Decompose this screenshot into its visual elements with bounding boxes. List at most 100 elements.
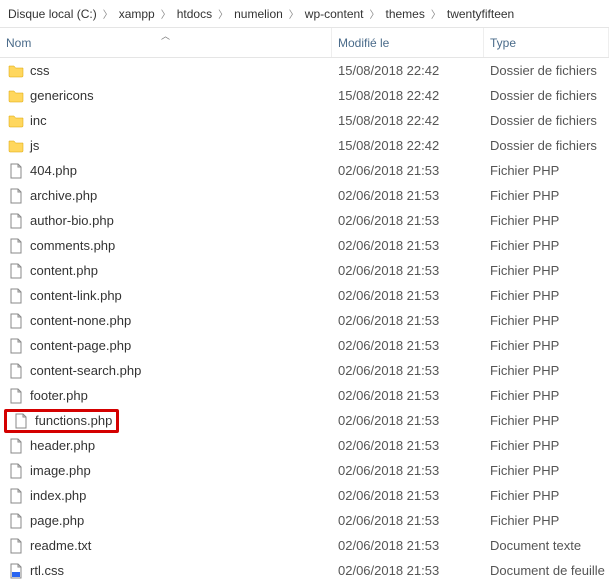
file-row[interactable]: footer.php02/06/2018 21:53Fichier PHP (0, 383, 609, 408)
cell-type: Fichier PHP (484, 263, 609, 278)
cell-modified: 02/06/2018 21:53 (332, 538, 484, 553)
header-name[interactable]: Nom ︿ (0, 28, 332, 57)
file-name: archive.php (30, 188, 97, 203)
breadcrumb-segment[interactable]: twentyfifteen (443, 7, 518, 21)
cell-modified: 02/06/2018 21:53 (332, 563, 484, 578)
file-row[interactable]: header.php02/06/2018 21:53Fichier PHP (0, 433, 609, 458)
column-headers: Nom ︿ Modifié le Type (0, 28, 609, 58)
cell-name: content.php (0, 263, 332, 279)
file-name: 404.php (30, 163, 77, 178)
cell-modified: 02/06/2018 21:53 (332, 338, 484, 353)
cell-modified: 15/08/2018 22:42 (332, 113, 484, 128)
cell-modified: 02/06/2018 21:53 (332, 313, 484, 328)
cell-modified: 15/08/2018 22:42 (332, 63, 484, 78)
file-row[interactable]: js 15/08/2018 22:42Dossier de fichiers (0, 133, 609, 158)
cell-modified: 02/06/2018 21:53 (332, 213, 484, 228)
breadcrumb-segment[interactable]: Disque local (C:) (4, 7, 101, 21)
folder-icon (8, 138, 24, 154)
cell-type: Fichier PHP (484, 313, 609, 328)
file-row[interactable]: inc 15/08/2018 22:42Dossier de fichiers (0, 108, 609, 133)
file-name: content-none.php (30, 313, 131, 328)
sort-ascending-icon: ︿ (161, 29, 170, 42)
cell-modified: 02/06/2018 21:53 (332, 363, 484, 378)
file-row[interactable]: content-page.php 02/06/2018 21:53Fichier … (0, 333, 609, 358)
folder-icon (8, 88, 24, 104)
file-row[interactable]: author-bio.php02/06/2018 21:53Fichier PH… (0, 208, 609, 233)
cell-name: rtl.css (0, 563, 332, 579)
cell-name: archive.php (0, 188, 332, 204)
breadcrumb-segment[interactable]: htdocs (173, 7, 216, 21)
cell-name: author-bio.php (0, 213, 332, 229)
file-row[interactable]: css15/08/2018 22:42Dossier de fichiers (0, 58, 609, 83)
header-modified[interactable]: Modifié le (332, 28, 484, 57)
cell-type: Fichier PHP (484, 238, 609, 253)
breadcrumb-segment[interactable]: themes (382, 7, 429, 21)
file-name: index.php (30, 488, 86, 503)
file-row[interactable]: readme.txt02/06/2018 21:53Document texte (0, 533, 609, 558)
file-row[interactable]: page.php02/06/2018 21:53Fichier PHP (0, 508, 609, 533)
file-row[interactable]: content.php02/06/2018 21:53Fichier PHP (0, 258, 609, 283)
php-file-icon (8, 163, 24, 179)
cell-type: Fichier PHP (484, 288, 609, 303)
cell-name: inc (0, 113, 332, 129)
chevron-right-icon: 〉 (289, 6, 299, 21)
php-file-icon (8, 338, 24, 354)
file-name: rtl.css (30, 563, 64, 578)
file-row[interactable]: content-link.php02/06/2018 21:53Fichier … (0, 283, 609, 308)
php-file-icon (13, 413, 29, 429)
breadcrumb-segment[interactable]: xampp (115, 7, 159, 21)
cell-type: Fichier PHP (484, 163, 609, 178)
chevron-right-icon: 〉 (161, 6, 171, 21)
cell-name: footer.php (0, 388, 332, 404)
cell-name: readme.txt (0, 538, 332, 554)
php-file-icon (8, 188, 24, 204)
file-row[interactable]: index.php02/06/2018 21:53Fichier PHP (0, 483, 609, 508)
file-name: content-page.php (30, 338, 131, 353)
cell-name: genericons (0, 88, 332, 104)
cell-type: Fichier PHP (484, 513, 609, 528)
chevron-right-icon: 〉 (431, 6, 441, 21)
cell-name: page.php (0, 513, 332, 529)
breadcrumb-segment[interactable]: wp-content (301, 7, 368, 21)
cell-type: Fichier PHP (484, 363, 609, 378)
chevron-right-icon: 〉 (103, 6, 113, 21)
css-file-icon (8, 563, 24, 579)
chevron-right-icon: 〉 (218, 6, 228, 21)
cell-type: Fichier PHP (484, 188, 609, 203)
cell-name: content-none.php (0, 313, 332, 329)
cell-type: Dossier de fichiers (484, 88, 609, 103)
php-file-icon (8, 263, 24, 279)
breadcrumb[interactable]: Disque local (C:)〉xampp〉htdocs〉numelion〉… (0, 0, 609, 28)
cell-type: Fichier PHP (484, 413, 609, 428)
cell-modified: 02/06/2018 21:53 (332, 288, 484, 303)
cell-modified: 15/08/2018 22:42 (332, 88, 484, 103)
php-file-icon (8, 288, 24, 304)
cell-name: content-page.php (0, 338, 332, 354)
file-name: js (30, 138, 39, 153)
php-file-icon (8, 513, 24, 529)
cell-name: image.php (0, 463, 332, 479)
cell-type: Dossier de fichiers (484, 138, 609, 153)
header-type[interactable]: Type (484, 28, 609, 57)
file-row[interactable]: comments.php02/06/2018 21:53Fichier PHP (0, 233, 609, 258)
file-row[interactable]: content-search.php02/06/2018 21:53Fichie… (0, 358, 609, 383)
file-name: genericons (30, 88, 94, 103)
cell-modified: 02/06/2018 21:53 (332, 488, 484, 503)
file-row[interactable]: image.php02/06/2018 21:53Fichier PHP (0, 458, 609, 483)
file-name: footer.php (30, 388, 88, 403)
cell-modified: 15/08/2018 22:42 (332, 138, 484, 153)
file-name: header.php (30, 438, 95, 453)
chevron-right-icon: 〉 (370, 6, 380, 21)
cell-type: Fichier PHP (484, 388, 609, 403)
file-row[interactable]: rtl.css02/06/2018 21:53Document de feuil… (0, 558, 609, 583)
cell-type: Fichier PHP (484, 338, 609, 353)
cell-type: Dossier de fichiers (484, 113, 609, 128)
file-row[interactable]: genericons 15/08/2018 22:42Dossier de fic… (0, 83, 609, 108)
file-row[interactable]: content-none.php 02/06/2018 21:53Fichier … (0, 308, 609, 333)
file-name: inc (30, 113, 47, 128)
php-file-icon (8, 488, 24, 504)
file-row[interactable]: functions.php02/06/2018 21:53Fichier PHP (0, 408, 609, 433)
breadcrumb-segment[interactable]: numelion (230, 7, 287, 21)
file-row[interactable]: archive.php02/06/2018 21:53Fichier PHP (0, 183, 609, 208)
file-row[interactable]: 404.php02/06/2018 21:53Fichier PHP (0, 158, 609, 183)
